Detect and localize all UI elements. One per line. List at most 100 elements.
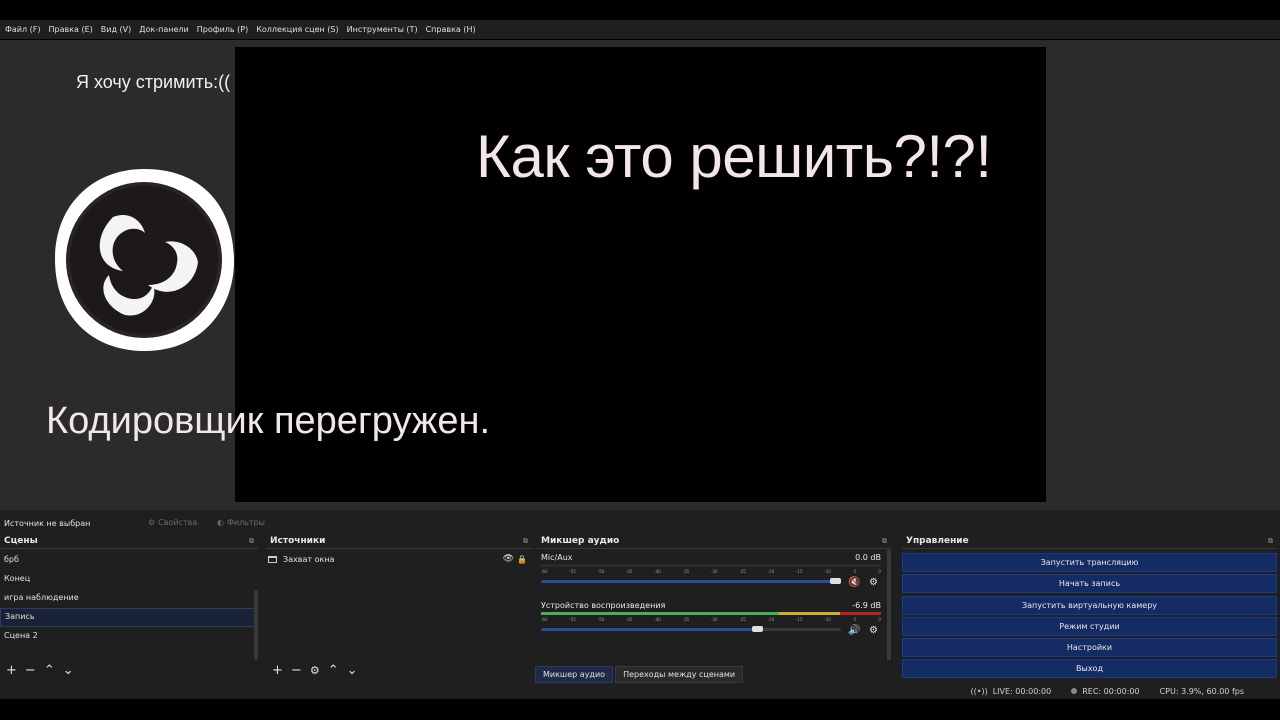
top-black-strip <box>0 0 1280 20</box>
tick-label: -10 <box>824 617 831 622</box>
cpu-fps-readout: CPU: 3.9%, 60.00 fps <box>1159 686 1244 696</box>
properties-button[interactable]: ⚙ Свойства <box>148 518 197 527</box>
controls-dock-title: Управление ⧉ <box>902 536 1277 549</box>
mixer-scrollbar[interactable] <box>887 550 891 660</box>
menu-view[interactable]: Вид (V) <box>101 25 131 34</box>
gear-icon[interactable]: ⚙ <box>869 625 878 636</box>
scenes-scrollbar[interactable] <box>254 590 258 660</box>
lock-icon[interactable]: 🔒 <box>517 555 527 564</box>
tab-audio-mixer[interactable]: Микшер аудио <box>535 666 614 683</box>
meter-ticks: -60 -55 -50 -45 -40 -35 -30 -25 -20 -15 … <box>541 617 881 625</box>
menu-tools[interactable]: Инструменты (T) <box>347 25 418 34</box>
filters-button[interactable]: ◐ Фильтры <box>217 518 265 527</box>
undock-icon[interactable]: ⧉ <box>1268 537 1273 546</box>
scene-item[interactable]: Сцена 2 <box>0 627 258 646</box>
scene-item[interactable]: игра наблюдение <box>0 589 258 608</box>
broadcast-icon: ((•)) <box>970 686 988 696</box>
scene-item[interactable]: брб <box>0 551 258 570</box>
sources-toolbar: + − ⚙ ⌃ ⌄ <box>266 662 532 680</box>
tick-label: -50 <box>597 617 605 622</box>
properties-label: Свойства <box>158 518 198 527</box>
remove-icon[interactable]: − <box>291 664 302 678</box>
controls-buttons: Запустить трансляцию Начать запись Запус… <box>902 553 1277 681</box>
tick-label: -60 <box>541 569 548 574</box>
tick-label: -55 <box>569 569 576 574</box>
scenes-title-label: Сцены <box>4 536 38 546</box>
cpu-status: CPU: 3.9%, 60.00 fps <box>1160 687 1244 696</box>
tick-label: 0 <box>878 617 881 622</box>
tick-label: -10 <box>824 569 831 574</box>
exit-button[interactable]: Выход <box>902 659 1277 679</box>
move-down-icon[interactable]: ⌄ <box>63 664 74 678</box>
menu-scene-collection[interactable]: Коллекция сцен (S) <box>256 25 338 34</box>
mixer-channel-mic: Mic/Aux 0.0 dB -60 -55 -50 -45 -40 -35 -… <box>541 553 885 593</box>
undock-icon[interactable]: ⧉ <box>882 537 887 546</box>
add-icon[interactable]: + <box>272 664 283 678</box>
volume-slider-handle[interactable] <box>752 626 763 632</box>
volume-slider-fill <box>541 628 757 631</box>
channel-name: Устройство воспроизведения <box>541 601 666 610</box>
menu-docks[interactable]: Док-панели <box>139 25 188 34</box>
volume-slider[interactable] <box>541 578 841 584</box>
scene-item[interactable]: Конец <box>0 570 258 589</box>
scene-item-selected[interactable]: Запись <box>0 608 258 627</box>
mixer-channels: Mic/Aux 0.0 dB -60 -55 -50 -45 -40 -35 -… <box>537 550 891 670</box>
start-recording-button[interactable]: Начать запись <box>902 574 1277 594</box>
visibility-eye-icon[interactable]: 👁 <box>503 554 514 564</box>
scenes-dock-title: Сцены ⧉ <box>0 536 258 549</box>
tick-label: -15 <box>795 617 803 622</box>
muted-speaker-icon[interactable]: 🔇 <box>848 577 860 588</box>
gear-icon[interactable]: ⚙ <box>869 577 878 588</box>
mixer-dock-title: Микшер аудио ⧉ <box>537 536 891 549</box>
menu-edit[interactable]: Правка (E) <box>49 25 93 34</box>
meter-yellow-segment <box>779 612 841 615</box>
source-item[interactable]: Захват окна 👁 🔒 <box>266 550 532 568</box>
start-streaming-button[interactable]: Запустить трансляцию <box>902 553 1277 572</box>
menu-file[interactable]: Файл (F) <box>5 25 41 34</box>
start-virtual-camera-button[interactable]: Запустить виртуальную камеру <box>902 595 1277 615</box>
status-bar: ((•)) LIVE: 00:00:00 REC: 00:00:00 CPU: … <box>0 684 1280 698</box>
tick-label: -35 <box>682 617 690 622</box>
tick-label: -25 <box>739 617 746 622</box>
channel-db: -6.9 dB <box>852 601 881 610</box>
no-source-label: Источник не выбран <box>4 519 91 528</box>
move-down-icon[interactable]: ⌄ <box>347 664 358 678</box>
scenes-toolbar: + − ⌃ ⌄ <box>0 662 258 680</box>
add-icon[interactable]: + <box>6 664 17 678</box>
undock-icon[interactable]: ⧉ <box>523 537 528 546</box>
preview-area: Я хочу стримить:(( Как это решить?!?! Ко… <box>0 40 1280 510</box>
tick-label: -45 <box>625 569 633 574</box>
remove-icon[interactable]: − <box>25 664 36 678</box>
tick-label: -50 <box>597 569 605 574</box>
tick-label: -30 <box>710 617 718 622</box>
tick-label: -40 <box>654 569 661 574</box>
tick-label: -15 <box>795 569 803 574</box>
move-up-icon[interactable]: ⌃ <box>328 664 339 678</box>
speaker-icon[interactable]: 🔊 <box>848 625 860 636</box>
undock-icon[interactable]: ⧉ <box>249 537 254 546</box>
tick-label: -45 <box>625 617 633 622</box>
volume-slider-fill <box>541 580 841 583</box>
meter-green-segment <box>541 612 779 615</box>
live-status: ((•)) LIVE: 00:00:00 <box>970 687 1051 696</box>
menu-help[interactable]: Справка (H) <box>426 25 476 34</box>
volume-slider[interactable] <box>541 626 841 632</box>
volume-slider-handle[interactable] <box>830 578 841 584</box>
tab-scene-transitions[interactable]: Переходы между сценами <box>615 666 744 683</box>
gear-icon[interactable]: ⚙ <box>310 664 320 678</box>
studio-mode-button[interactable]: Режим студии <box>902 616 1277 636</box>
filters-label: Фильтры <box>226 518 265 527</box>
meter-red-segment <box>840 612 881 615</box>
channel-name: Mic/Aux <box>541 553 573 562</box>
mixer-tabs: Микшер аудио Переходы между сценами <box>535 666 744 683</box>
scenes-list: брб Конец игра наблюдение Запись Сцена 2 <box>0 550 258 646</box>
volume-meter <box>541 564 881 567</box>
live-timer: LIVE: 00:00:00 <box>992 686 1052 696</box>
controls-title-label: Управление <box>906 536 969 546</box>
move-up-icon[interactable]: ⌃ <box>44 664 55 678</box>
overlay-caption-encoder: Кодировщик перегружен. <box>46 400 491 442</box>
settings-button[interactable]: Настройки <box>902 638 1277 658</box>
overlay-caption-question: Как это решить?!?! <box>476 123 992 190</box>
tick-label: -60 <box>541 617 548 622</box>
menu-profile[interactable]: Профиль (P) <box>197 25 248 34</box>
